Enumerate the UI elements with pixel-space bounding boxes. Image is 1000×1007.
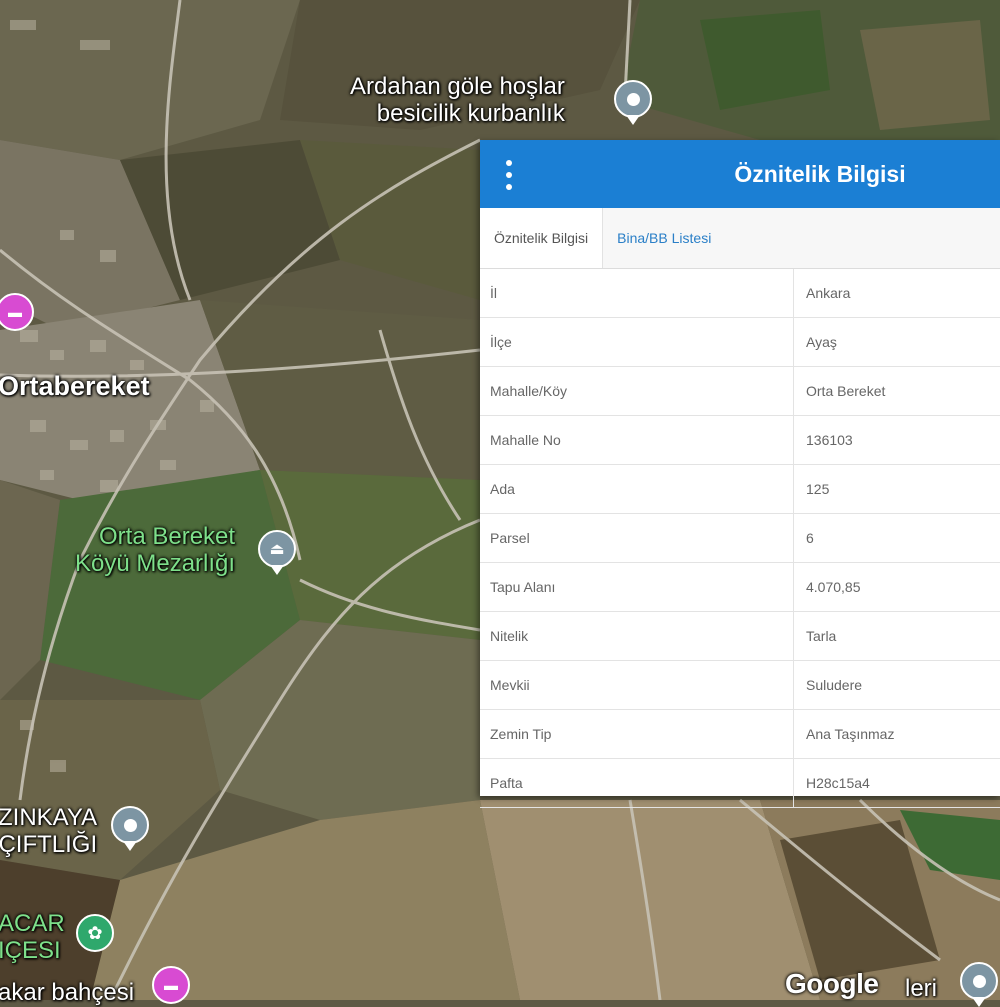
attribute-info-panel: Öznitelik Bilgisi Öznitelik Bilgisi Bina… [480, 140, 1000, 808]
row-value: Ankara [806, 285, 851, 301]
row-value: 4.070,85 [806, 579, 861, 595]
place-label-line: ÇIFTLIĞI [0, 831, 98, 858]
place-label-ardahan[interactable]: Ardahan göle hoşlar besicilik kurbanlık [350, 73, 565, 127]
place-label-leri[interactable]: leri [905, 975, 937, 1002]
pin-icon[interactable] [960, 962, 998, 1007]
place-label-ortabereket[interactable]: Ortabereket [0, 373, 150, 400]
place-label-line: ACAR [0, 910, 65, 937]
panel-header: Öznitelik Bilgisi [480, 140, 1000, 208]
row-key: Nitelik [480, 612, 794, 660]
table-row: Nitelik Tarla [480, 612, 1000, 661]
bed-icon: ▬ [164, 977, 178, 993]
hotel-icon[interactable]: ▬ [152, 966, 190, 1004]
place-label-acar[interactable]: ACAR IÇESI [0, 910, 65, 964]
place-label-akar-bahcesi[interactable]: akar bahçesi [0, 979, 134, 1006]
table-row: İl Ankara [480, 269, 1000, 318]
google-logo: Google [785, 968, 879, 999]
panel-tabs: Öznitelik Bilgisi Bina/BB Listesi [480, 208, 1000, 269]
bed-icon: ▬ [8, 304, 22, 320]
attribute-table: İl Ankara İlçe Ayaş Mahalle/Köy Orta Bereke… [480, 269, 1000, 808]
row-key: Tapu Alanı [480, 563, 794, 611]
row-key: Pafta [480, 759, 794, 807]
place-label-zinkaya[interactable]: ZINKAYA ÇIFTLIĞI [0, 804, 97, 858]
table-row: Mevkii Suludere [480, 661, 1000, 710]
pin-icon[interactable] [614, 80, 652, 125]
row-key: Parsel [480, 514, 794, 562]
row-value: 136103 [806, 432, 853, 448]
row-value: Ayaş [806, 334, 837, 350]
panel-title: Öznitelik Bilgisi [734, 160, 906, 187]
row-value: H28c15a4 [806, 775, 870, 791]
row-key: İl [480, 269, 794, 317]
table-row: Mahalle/Köy Orta Bereket [480, 367, 1000, 416]
monument-icon: ⏏ [269, 541, 285, 558]
table-row: Ada 125 [480, 465, 1000, 514]
flower-glyph: ✿ [87, 922, 103, 943]
place-label-line: besicilik kurbanlık [376, 100, 565, 127]
table-row: Pafta H28c15a4 [480, 759, 1000, 808]
table-row: Mahalle No 136103 [480, 416, 1000, 465]
flower-icon[interactable]: ✿ [76, 914, 114, 952]
row-value: Suludere [806, 677, 863, 693]
place-label-mezarlik[interactable]: Orta Bereket Köyü Mezarlığı [75, 523, 235, 577]
row-key: İlçe [480, 318, 794, 366]
tab-bina-bb-listesi[interactable]: Bina/BB Listesi [603, 208, 725, 268]
row-key: Ada [480, 465, 794, 513]
row-key: Mahalle No [480, 416, 794, 464]
place-label-line: ZINKAYA [0, 804, 98, 831]
table-row: Parsel 6 [480, 514, 1000, 563]
row-key: Zemin Tip [480, 710, 794, 758]
table-row: İlçe Ayaş [480, 318, 1000, 367]
place-label-line: Ardahan göle hoşlar [350, 73, 565, 100]
table-row: Zemin Tip Ana Taşınmaz [480, 710, 1000, 759]
tab-oznitelik-bilgisi[interactable]: Öznitelik Bilgisi [480, 208, 604, 268]
row-key: Mevkii [480, 661, 794, 709]
pin-icon[interactable] [111, 806, 149, 851]
place-label-line: Köyü Mezarlığı [75, 550, 236, 577]
row-value: Tarla [806, 628, 837, 644]
row-value: 125 [806, 481, 830, 497]
row-value: 6 [806, 530, 814, 546]
row-value: Orta Bereket [806, 383, 886, 399]
more-vert-icon[interactable] [502, 160, 516, 190]
place-label-line: IÇESI [0, 937, 61, 964]
cemetery-icon[interactable]: ⏏ [258, 530, 296, 575]
row-value: Ana Taşınmaz [806, 726, 895, 742]
table-row: Tapu Alanı 4.070,85 [480, 563, 1000, 612]
row-key: Mahalle/Köy [480, 367, 794, 415]
place-label-line: Orta Bereket [99, 523, 236, 550]
